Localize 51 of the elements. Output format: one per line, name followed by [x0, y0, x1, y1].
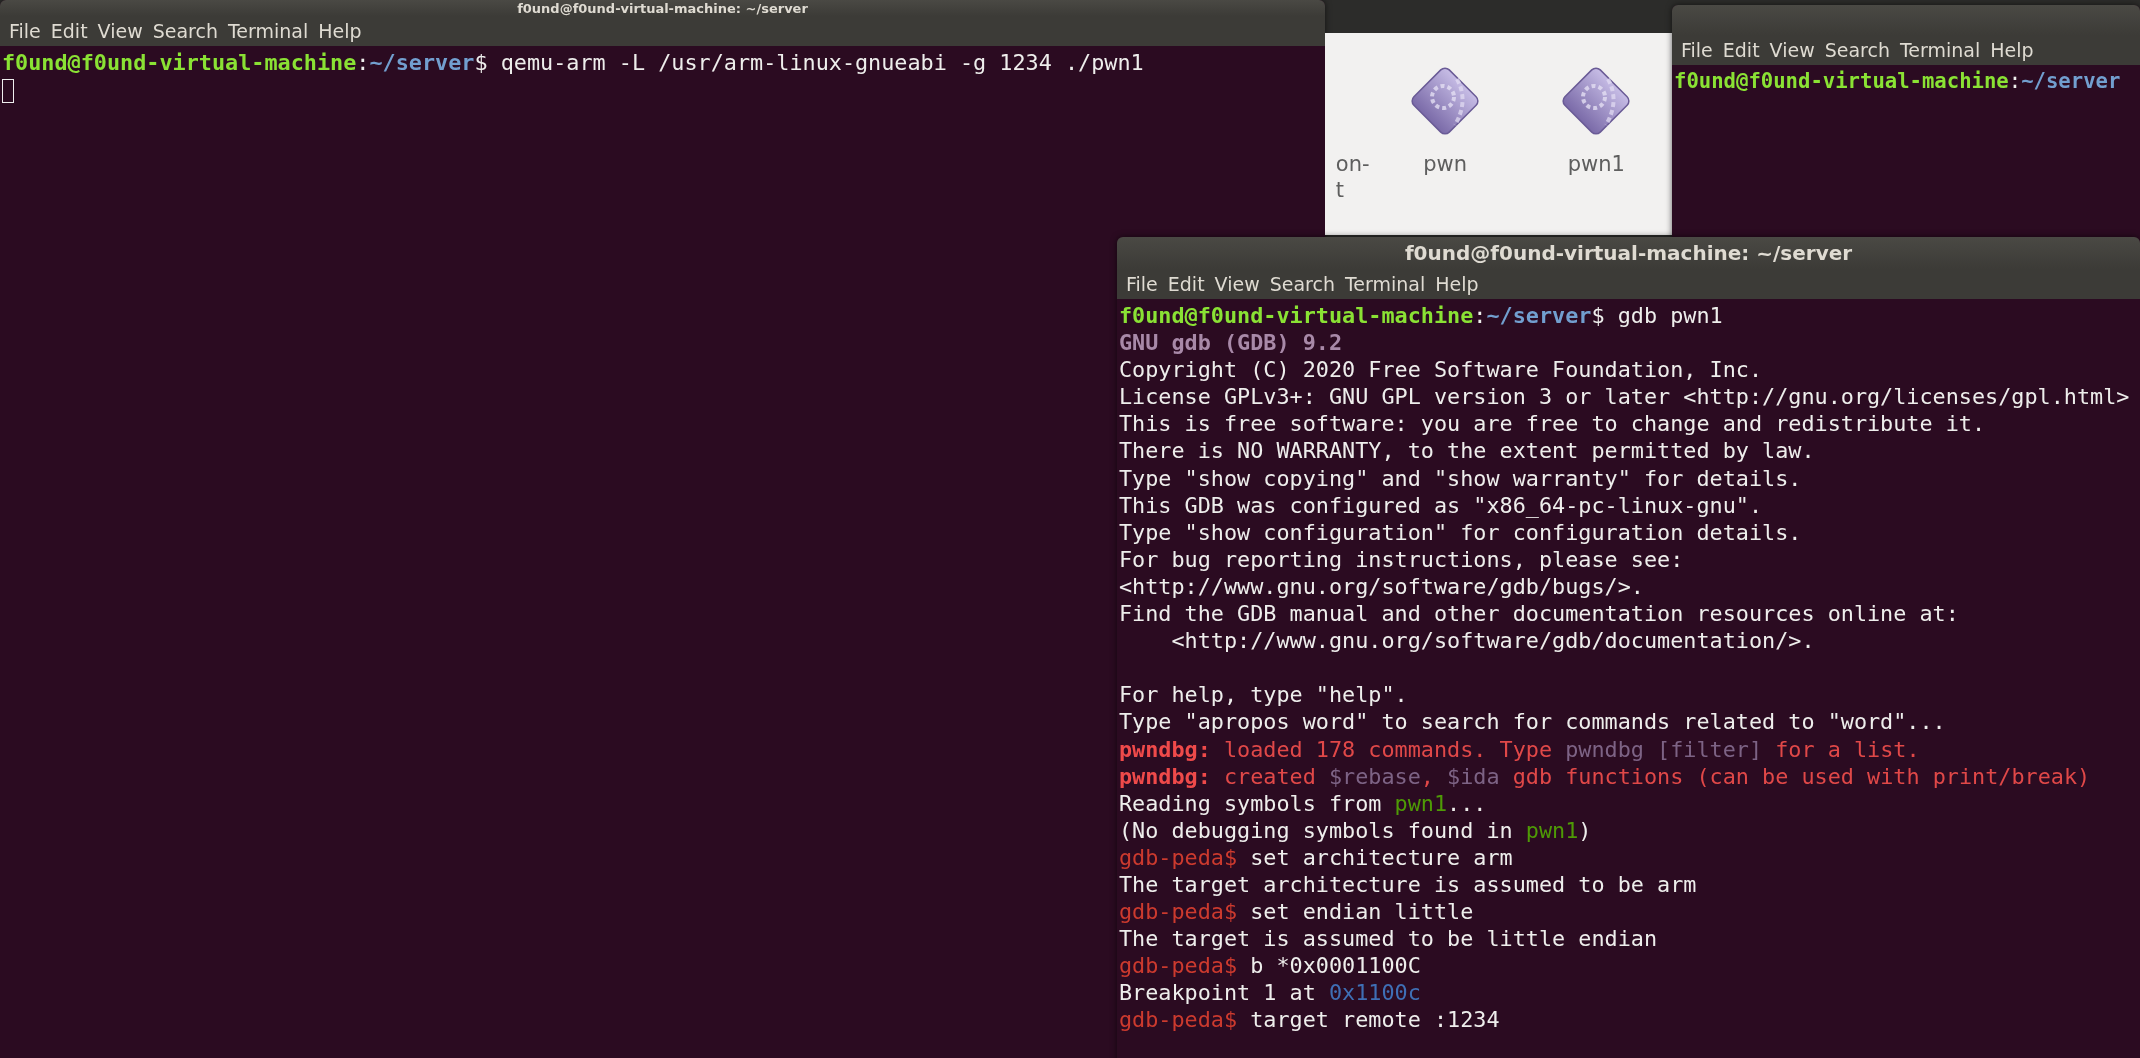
terminal-line: pwndbg: created $rebase, $ida gdb functions (can be used with print/break) [1119, 762, 2091, 790]
menu-item[interactable]: Edit [1717, 39, 1765, 61]
menu-item[interactable]: Edit [1162, 273, 1210, 295]
menu-item[interactable]: View [1209, 273, 1265, 295]
terminal-line: This GDB was configured as "x86_64-pc-linux-gnu". [1119, 491, 1763, 519]
terminal-line: gdb-peda$ set architecture arm [1119, 843, 1513, 871]
menu-item[interactable]: View [1764, 39, 1820, 61]
menu-item[interactable]: File [4, 20, 46, 42]
terminal-line: gdb-peda$ target remote :1234 [1119, 1006, 1500, 1034]
terminal-line: There is NO WARRANTY, to the extent permitted by law. [1119, 437, 1815, 465]
menu-item[interactable]: View [92, 20, 148, 42]
menu-item[interactable]: Search [1264, 273, 1340, 295]
terminal-line: For help, type "help". [1119, 681, 1408, 709]
terminal-line: Breakpoint 1 at 0x1100c [1119, 979, 1421, 1007]
terminal-line: For bug reporting instructions, please see: [1119, 545, 1684, 573]
terminal-line: This is free software: you are free to change and redistribute it. [1119, 410, 1986, 438]
menu-item[interactable]: File [1121, 273, 1163, 295]
terminal-line: gdb-peda$ b *0x0001100C [1119, 952, 1421, 980]
terminal-line: Type "show configuration" for configuration details. [1119, 518, 1802, 546]
window-title: f0und@f0und-virtual-machine: ~/server [1404, 241, 1853, 265]
terminal-line: The target architecture is assumed to be arm [1119, 870, 1697, 899]
terminal-line: gdb-peda$ set endian little [1119, 898, 1474, 926]
terminal-line: Type "show copying" and "show warranty" for details. [1119, 464, 1802, 492]
terminal-line: (No debugging symbols found in pwn1) [1119, 816, 1592, 844]
terminal-line: f0und@f0und-virtual-machine:~/server$ qemu-arm -L /usr/arm-linux-gnueabi -g 1234 ./pwn1 [2, 49, 1144, 77]
terminal-line: Copyright (C) 2020 Free Software Foundation, Inc. [1119, 356, 1763, 384]
menu-item[interactable]: Edit [45, 20, 93, 42]
file-name[interactable]: pwn [1423, 151, 1468, 177]
menu-item[interactable]: Search [147, 20, 223, 42]
menu-item[interactable]: File [1676, 39, 1718, 61]
terminal-line: The target is assumed to be little endian [1119, 925, 1658, 953]
terminal-line: Type "apropos word" to search for commands related to "word"... [1119, 708, 1946, 736]
menu-item[interactable]: Help [1430, 273, 1484, 295]
terminal-line: <http://www.gnu.org/software/gdb/bugs/>. [1119, 572, 1644, 601]
terminal-line: Find the GDB manual and other documentation resources online at: [1119, 600, 1959, 628]
file-name[interactable]: on- t [1335, 151, 1370, 203]
menu-item[interactable]: Help [313, 20, 367, 42]
terminal-line: <http://www.gnu.org/software/gdb/documentation/>. [1170, 627, 1815, 655]
menu-item[interactable]: Search [1819, 39, 1895, 61]
terminal-line: License GPLv3+: GNU GPL version 3 or later <http://gnu.org/licenses/gpl.html> [1119, 383, 2130, 411]
menu-item[interactable]: Help [1985, 39, 2039, 61]
menu-item[interactable]: Terminal [1894, 39, 1986, 61]
terminal-line: Reading symbols from pwn1... [1119, 789, 1487, 817]
file-name[interactable]: pwn1 [1567, 151, 1625, 177]
window-title: f0und@f0und-virtual-machine: ~/server [517, 0, 808, 16]
terminal-line: pwndbg: loaded 178 commands. Type pwndbg [filter] for a list. [1119, 735, 1920, 763]
terminal-line: GNU gdb (GDB) 9.2 [1119, 329, 1343, 357]
terminal-line: f0und@f0und-virtual-machine:~/server [1674, 68, 2121, 95]
menu-item[interactable]: Terminal [1339, 273, 1431, 295]
terminal-line: f0und@f0und-virtual-machine:~/server$ gdb pwn1 [1119, 302, 1723, 330]
menu-item[interactable]: Terminal [222, 20, 314, 42]
